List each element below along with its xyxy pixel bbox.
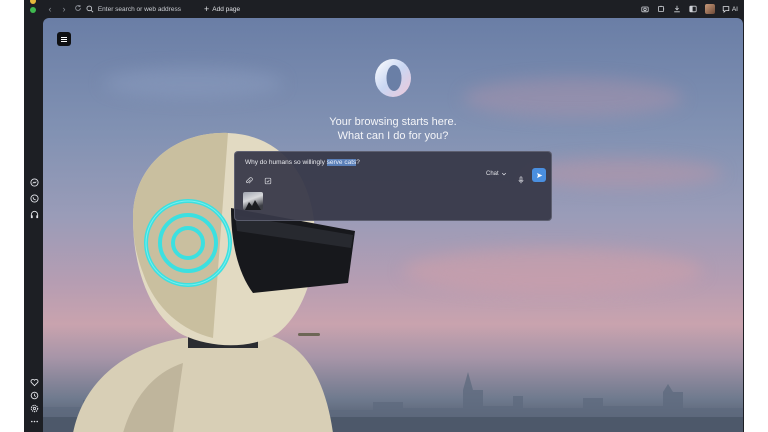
chevron-down-icon (501, 172, 506, 176)
more-icon[interactable] (28, 415, 40, 427)
settings-icon[interactable] (28, 402, 40, 414)
history-icon[interactable] (28, 389, 40, 401)
sidebar-toggle-icon[interactable] (689, 5, 698, 14)
download-icon[interactable] (673, 5, 682, 14)
mode-label: Chat (486, 171, 499, 177)
address-bar[interactable] (86, 2, 186, 16)
ai-chat-icon (722, 6, 730, 13)
add-page-button[interactable]: + Add page (204, 3, 240, 15)
ai-button[interactable]: AI (722, 5, 738, 13)
messenger-icon[interactable] (28, 176, 40, 188)
opera-logo (375, 59, 411, 97)
screenshot-icon[interactable] (264, 172, 273, 185)
browser-window: ‹ › + Add page (24, 0, 744, 432)
prompt-text-end: ? (356, 159, 360, 166)
toolbar-right: AI (641, 3, 738, 15)
attach-icon[interactable] (245, 172, 254, 184)
send-icon (536, 172, 542, 178)
headphones-icon[interactable] (28, 208, 40, 220)
top-bar: ‹ › + Add page (24, 0, 744, 18)
ai-label: AI (731, 5, 738, 13)
search-icon (86, 5, 94, 13)
prompt-selected-text: serve cats (326, 159, 357, 166)
background-cloud (403, 248, 703, 293)
profile-avatar[interactable] (704, 4, 715, 14)
mode-select[interactable]: Chat (486, 171, 507, 177)
add-page-label: Add page (212, 5, 241, 13)
attachment-thumbnail[interactable] (243, 192, 263, 210)
chat-tools (245, 172, 273, 185)
menu-icon (61, 38, 67, 40)
background-cloud (523, 158, 723, 188)
plus-icon: + (204, 3, 210, 14)
prompt-text: Why do humans so willingly (245, 159, 327, 166)
menu-button[interactable] (57, 32, 71, 46)
start-page: Your browsing starts here. What can I do… (43, 18, 743, 432)
chat-prompt-input[interactable]: Why do humans so willingly serve cats? (245, 159, 360, 166)
send-button[interactable] (532, 168, 546, 182)
forward-icon[interactable]: › (58, 3, 70, 15)
microphone-icon[interactable] (517, 171, 526, 184)
back-icon[interactable]: ‹ (44, 3, 56, 15)
address-input[interactable] (97, 5, 186, 13)
heart-icon[interactable] (28, 376, 40, 388)
whatsapp-icon[interactable] (28, 192, 40, 204)
background-cloud (103, 68, 283, 98)
reload-icon[interactable] (72, 3, 84, 15)
camera-icon[interactable] (641, 5, 650, 14)
extensions-icon[interactable] (657, 5, 666, 14)
ai-chat-box[interactable]: Why do humans so willingly serve cats? C… (234, 151, 552, 221)
background-cloud (463, 78, 683, 118)
